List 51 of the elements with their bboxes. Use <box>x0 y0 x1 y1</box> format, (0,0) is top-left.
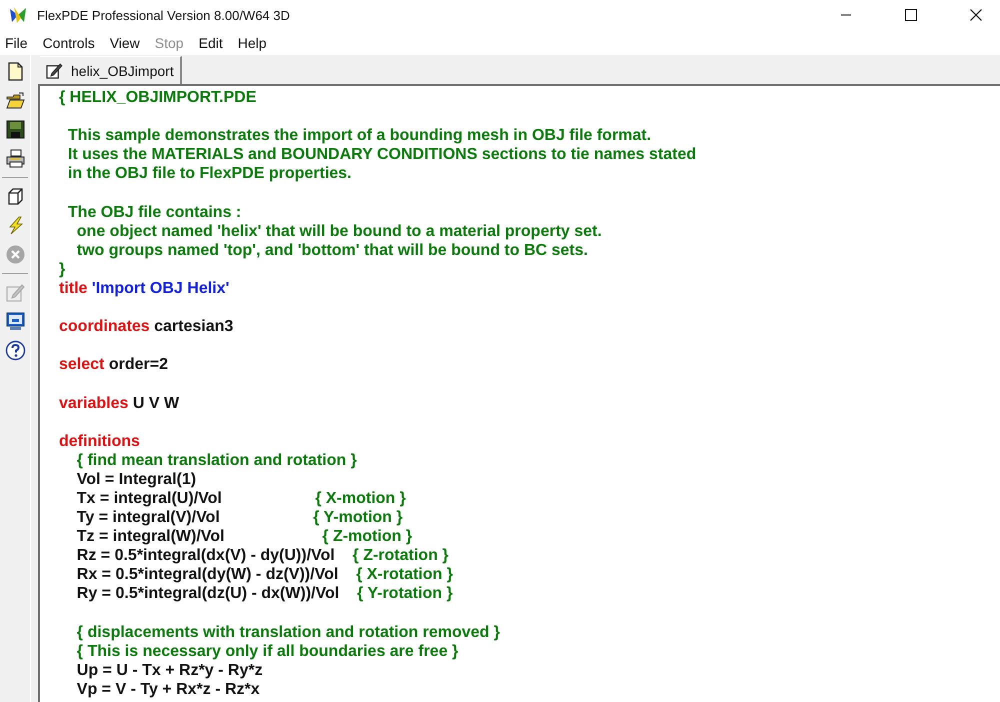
code-comment: one object named 'helix' that will be bound to a material property set. <box>76 222 602 240</box>
code-comment: in the OBJ file to FlexPDE properties. <box>66 165 352 182</box>
code-editor[interactable] <box>38 84 1000 702</box>
code-text: U V W <box>132 394 180 412</box>
code-text: Rz = 0.5*integral(dx(V) - dy(U))/Vol <box>76 547 335 564</box>
printer-icon[interactable] <box>4 148 26 169</box>
help-icon[interactable] <box>4 340 26 361</box>
code-keyword: select <box>59 356 104 374</box>
code-comment: { X-motion } <box>314 490 406 507</box>
maximize-icon[interactable] <box>905 9 917 21</box>
code-comment: { Y-rotation } <box>356 585 453 602</box>
code-comment: two groups named 'top', and 'bottom' that will be bound to BC sets. <box>76 242 588 259</box>
code-keyword: variables <box>59 394 128 412</box>
code-text: Rx = 0.5*integral(dy(W) - dz(V))/Vol <box>76 566 338 584</box>
file-tab[interactable]: helix_OBJimport <box>40 56 182 84</box>
code-text: order=2 <box>108 356 168 374</box>
code-keyword: definitions <box>59 432 140 450</box>
code-comment: { Y-motion } <box>312 509 403 526</box>
menu-item[interactable]: View <box>104 32 150 52</box>
menu-item[interactable]: Controls <box>38 32 105 52</box>
menu-item[interactable]: Edit <box>194 32 233 52</box>
code-comment: { displacements with translation and rotation removed } <box>76 624 500 641</box>
code-comment: The OBJ file contains : <box>66 204 242 221</box>
code-text: Tx = integral(U)/Vol <box>76 490 222 507</box>
code-keyword: title <box>59 280 88 297</box>
code-text: Tz = integral(W)/Vol <box>76 528 224 546</box>
code-text: Ty = integral(V)/Vol <box>76 509 220 526</box>
code-comment: It uses the MATERIALS and BOUNDARY CONDITIONS sections to tie names stated <box>66 146 696 164</box>
code-keyword: coordinates <box>59 318 150 336</box>
code-comment: } <box>59 260 66 278</box>
code-comment: This sample demonstrates the import of a bounding mesh in OBJ file format. <box>66 127 652 144</box>
window-title: FlexPDE Professional Version 8.00/W64 3D <box>37 8 291 22</box>
code-string: 'Import OBJ Helix' <box>90 280 230 297</box>
code-text: cartesian3 <box>153 318 234 336</box>
app-logo-icon <box>8 6 28 24</box>
code-comment: { Z-motion } <box>321 528 412 546</box>
code-text: Vp = V - Ty + Rx*z - Rz*x <box>76 680 260 698</box>
code-comment: { HELIX_OBJIMPORT.PDE <box>59 89 256 106</box>
close-icon[interactable] <box>970 9 982 21</box>
code-comment: { find mean translation and rotation } <box>76 452 357 469</box>
code-comment: { This is necessary only if all boundaries are free } <box>76 642 458 660</box>
folder-icon[interactable] <box>4 90 26 111</box>
code-text: Vol = Integral(1) <box>76 470 196 488</box>
code-comment: { X-rotation } <box>355 566 453 584</box>
menu-item[interactable]: File <box>0 32 38 52</box>
code-text: Ry = 0.5*integral(dz(U) - dx(W))/Vol <box>76 585 340 602</box>
menu-item[interactable]: Help <box>232 32 277 52</box>
pencil-note-icon <box>46 62 63 79</box>
monitor-icon[interactable] <box>4 311 26 332</box>
code-comment: { Z-rotation } <box>352 547 449 564</box>
code-text: Up = U - Tx + Rz*y - Ry*z <box>76 662 263 679</box>
